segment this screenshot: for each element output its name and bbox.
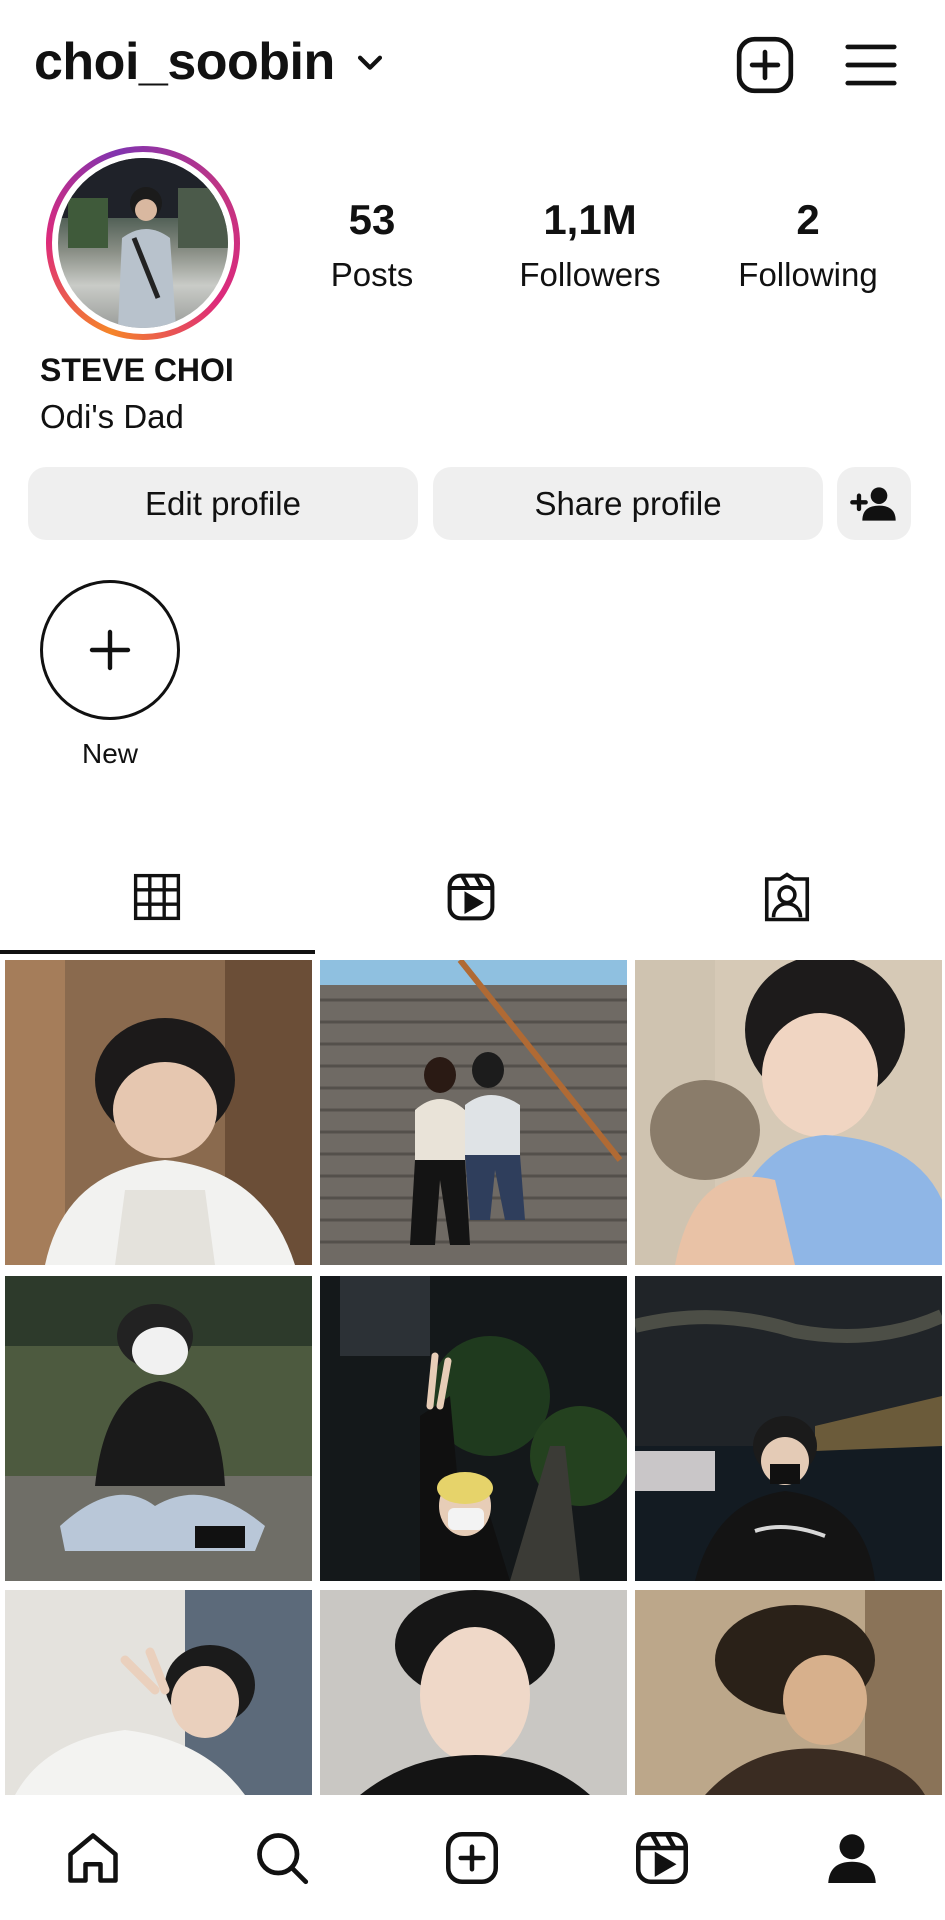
post-thumbnail-1[interactable]	[5, 960, 312, 1265]
reels-icon[interactable]	[632, 1828, 692, 1888]
stat-posts-count: 53	[348, 196, 396, 243]
active-tab-indicator	[0, 950, 315, 954]
avatar-photo	[58, 158, 228, 328]
username-text: choi_soobin	[34, 33, 335, 91]
chevron-down-icon[interactable]	[353, 45, 387, 79]
stat-following-label: Following	[738, 256, 878, 293]
post-thumbnail-2[interactable]	[320, 960, 627, 1265]
profile-username[interactable]: choi_soobin	[34, 32, 387, 92]
create-post-icon[interactable]	[734, 34, 796, 96]
stat-following[interactable]: 2 Following	[698, 196, 918, 294]
menu-icon[interactable]	[840, 34, 902, 96]
home-icon[interactable]	[63, 1828, 123, 1888]
edit-profile-button[interactable]: Edit profile	[28, 467, 418, 540]
post-thumbnail-4[interactable]	[5, 1276, 312, 1581]
new-highlight-button[interactable]	[40, 580, 180, 720]
stat-posts[interactable]: 53 Posts	[262, 196, 482, 294]
stat-followers[interactable]: 1,1M Followers	[480, 196, 700, 294]
profile-avatar[interactable]	[46, 146, 240, 340]
profile-bio: Odi's Dad	[40, 398, 184, 435]
tagged-icon[interactable]	[760, 870, 814, 924]
share-profile-button[interactable]: Share profile	[433, 467, 823, 540]
stat-posts-label: Posts	[330, 256, 414, 293]
stat-followers-label: Followers	[519, 256, 661, 293]
create-icon[interactable]	[442, 1828, 502, 1888]
profile-icon[interactable]	[822, 1828, 882, 1888]
reels-tab-icon[interactable]	[444, 870, 498, 924]
grid-icon[interactable]	[130, 870, 184, 924]
new-highlight-label: New	[81, 738, 138, 769]
search-icon[interactable]	[252, 1828, 312, 1888]
post-thumbnail-5[interactable]	[320, 1276, 627, 1581]
add-person-icon	[850, 486, 896, 521]
post-thumbnail-3[interactable]	[635, 960, 942, 1265]
plus-icon	[89, 629, 131, 671]
discover-people-button[interactable]	[837, 467, 911, 540]
stat-followers-count: 1,1M	[543, 196, 637, 243]
post-thumbnail-6[interactable]	[635, 1276, 942, 1581]
stat-following-count: 2	[796, 196, 820, 243]
profile-full-name: STEVE CHOI	[40, 352, 234, 388]
